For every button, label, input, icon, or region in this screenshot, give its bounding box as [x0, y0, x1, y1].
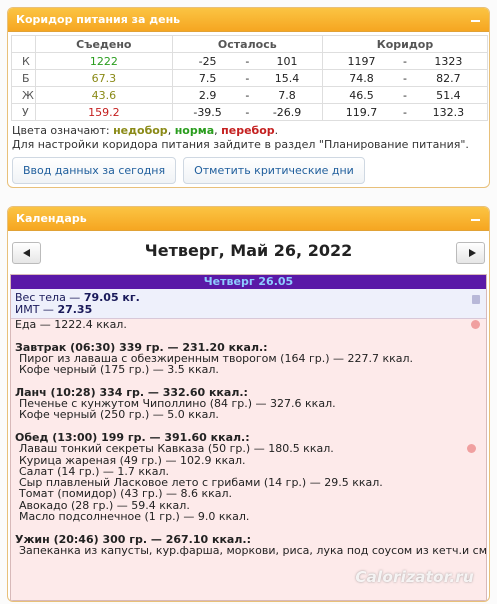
mark-critical-days-button[interactable]: Отметить критические дни — [183, 157, 365, 184]
table-header-empty — [11, 35, 36, 53]
cell-eaten: 159.2 — [35, 103, 173, 121]
planning-hint: Для настройки коридора питания зайдите в… — [12, 138, 469, 151]
meal-header: Ланч (10:28) 334 гр. — 332.60 ккал.: — [15, 385, 248, 399]
cell-l2: -26.9 — [252, 103, 323, 121]
corridor-panel-header: Коридор питания за день — [8, 8, 489, 32]
collapse-icon[interactable] — [470, 14, 481, 25]
table-row: Б 67.3 7.5-15.4 74.8-82.7 — [11, 69, 488, 87]
corridor-panel-title: Коридор питания за день — [16, 13, 181, 26]
prev-day-button[interactable] — [12, 242, 41, 264]
header-eaten: Съедено — [35, 35, 173, 53]
watermark-logo: Calorizator.ru — [355, 568, 474, 586]
meal-item: Масло подсолнечное (1 гр.) — 9.0 ккал. — [19, 510, 250, 524]
meal-item: Запеканка из капусты, кур.фарша, моркови… — [19, 543, 487, 557]
cell-l1: -25 — [171, 52, 243, 70]
calendar-panel: Календарь Четверг, Май 26, 2022 Четверг … — [7, 206, 490, 602]
cell-c2: 1323 — [409, 52, 488, 70]
cell-ld: - — [242, 103, 253, 121]
cell-l1: -39.5 — [171, 103, 243, 121]
day-header: Четверг 26.05 — [11, 275, 486, 289]
header-corridor: Коридор — [321, 35, 489, 53]
cell-eaten: 1222 — [35, 52, 173, 70]
cell-l2: 101 — [252, 52, 323, 70]
cell-c1: 119.7 — [321, 103, 401, 121]
trash-icon[interactable] — [472, 295, 480, 304]
cell-ld: - — [242, 86, 253, 104]
cell-l2: 7.8 — [252, 86, 323, 104]
bmi-label: ИМТ — — [15, 303, 58, 316]
cell-cd: - — [400, 103, 410, 121]
weight-block: Вес тела — 79.05 кг. ИМТ — 27.35 — [11, 289, 486, 319]
cell-c1: 46.5 — [321, 86, 401, 104]
apple-icon[interactable] — [471, 320, 480, 329]
cell-l1: 2.9 — [171, 86, 243, 104]
corridor-table: Съедено Осталось Коридор К 1222 -25-101 119… — [11, 35, 489, 121]
cell-cd: - — [400, 69, 410, 87]
legend-sep-1: , — [167, 124, 175, 137]
table-row: У 159.2 -39.5- -26.9 119.7-132.3 — [11, 103, 488, 121]
meal-header: Ужин (20:46) 300 гр. — 267.10 ккал.: — [15, 532, 251, 546]
calendar-panel-title: Календарь — [16, 212, 87, 225]
cell-ld: - — [242, 52, 253, 70]
day-entry: Четверг 26.05 Вес тела — 79.05 кг. ИМТ —… — [10, 274, 487, 601]
bmi-value: 27.35 — [57, 303, 93, 316]
cell-cd: - — [400, 86, 410, 104]
cell-l2: 15.4 — [252, 69, 323, 87]
cell-c2: 82.7 — [409, 69, 488, 87]
cell-k: Ж — [11, 86, 36, 104]
cell-c1: 1197 — [321, 52, 401, 70]
cell-k: К — [11, 52, 36, 70]
table-row: Ж 43.6 2.9-7.8 46.5-51.4 — [11, 86, 488, 104]
calendar-nav: Четверг, Май 26, 2022 — [8, 231, 489, 271]
apple-icon[interactable] — [467, 443, 476, 453]
cell-ld: - — [242, 69, 253, 87]
meal-header: Обед (13:00) 199 гр. — 391.60 ккал.: — [15, 432, 482, 453]
cell-l1: 7.5 — [171, 69, 243, 87]
cell-k: Б — [11, 69, 36, 87]
food-total: Еда — 1222.4 ккал. — [15, 318, 127, 331]
cell-c2: 132.3 — [409, 103, 488, 121]
legend-under: недобор — [113, 124, 168, 137]
cell-c2: 51.4 — [409, 86, 488, 104]
calendar-date-title: Четверг, Май 26, 2022 — [144, 241, 353, 260]
meal-item: Кофе черный (175 гр.) — 3.5 ккал. — [19, 363, 219, 377]
legend-norm: норма — [174, 124, 215, 137]
legend-end: . — [274, 124, 279, 137]
color-legend: Цвета означают: недобор, норма, перебор.… — [10, 121, 487, 152]
enter-today-data-button[interactable]: Ввод данных за сегодня — [12, 157, 177, 184]
table-header-row: Съедено Осталось Коридор — [11, 35, 489, 53]
corridor-panel: Коридор питания за день Съедено Осталось… — [7, 7, 490, 188]
meal-item: Кофе черный (250 гр.) — 5.0 ккал. — [19, 408, 219, 422]
next-day-button[interactable] — [456, 242, 485, 264]
cell-k: У — [11, 103, 36, 121]
collapse-icon[interactable] — [470, 213, 481, 224]
meals-list: Еда — 1222.4 ккал. Завтрак (06:30) 339 г… — [11, 318, 487, 557]
legend-over: перебор — [221, 124, 275, 137]
cell-cd: - — [400, 52, 410, 70]
calendar-panel-header: Календарь — [8, 207, 489, 231]
cell-eaten: 67.3 — [35, 69, 173, 87]
meal-header: Завтрак (06:30) 339 гр. — 231.20 ккал.: — [15, 340, 268, 354]
table-row: К 1222 -25-101 1197-1323 — [11, 52, 488, 70]
cell-c1: 74.8 — [321, 69, 401, 87]
meal-item: Лаваш тонкий секреты Кавказа (50 гр.) — … — [19, 442, 334, 456]
header-left: Осталось — [171, 35, 323, 53]
cell-eaten: 43.6 — [35, 86, 173, 104]
legend-prefix: Цвета означают: — [12, 124, 114, 137]
